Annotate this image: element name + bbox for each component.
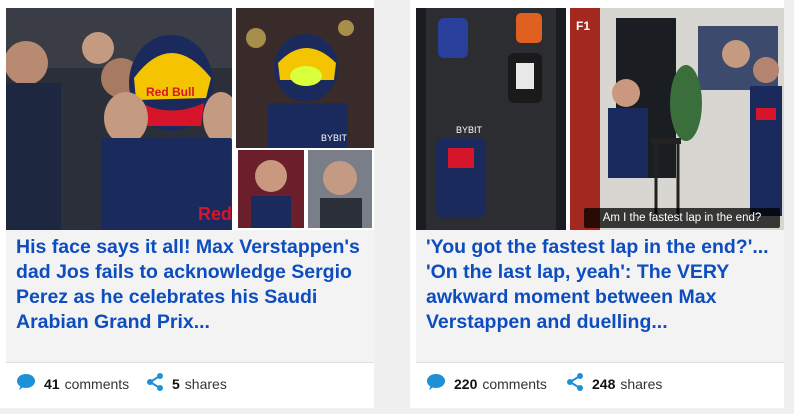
- headline-container: 'You got the fastest lap in the end?'...…: [416, 230, 784, 362]
- share-icon: [566, 373, 584, 394]
- speech-bubble-icon: [16, 373, 36, 394]
- shares-count: 248: [592, 375, 616, 392]
- video-caption: Am I the fastest lap in the end?: [584, 208, 780, 228]
- svg-text:F1: F1: [576, 19, 590, 33]
- article-card[interactable]: Red Bull Red BYBIT His face says it all!…: [0, 0, 374, 408]
- headline-container: His face says it all! Max Verstappen's d…: [6, 230, 374, 362]
- article-headline[interactable]: 'You got the fastest lap in the end?'...…: [426, 235, 778, 335]
- comments-count: 41: [44, 375, 60, 392]
- svg-text:Red Bull: Red Bull: [146, 85, 195, 99]
- article-photo-collage: Red Bull Red BYBIT: [6, 8, 374, 230]
- article-photo-collage: BYBIT F1: [416, 8, 784, 230]
- shares-label: shares: [184, 375, 227, 392]
- article-footer: 220 comments 248 shares: [416, 362, 784, 403]
- svg-text:BYBIT: BYBIT: [456, 125, 483, 135]
- comments-label: comments: [64, 375, 130, 392]
- comments-link[interactable]: 220 comments: [426, 373, 547, 394]
- article-headline[interactable]: His face says it all! Max Verstappen's d…: [16, 235, 368, 335]
- article-image[interactable]: Red Bull Red BYBIT: [6, 8, 374, 230]
- shares-link[interactable]: 5 shares: [146, 373, 227, 394]
- comments-label: comments: [482, 375, 547, 392]
- article-card[interactable]: BYBIT F1 Am I the fastest lap in the end…: [410, 0, 784, 408]
- svg-text:Red: Red: [198, 204, 232, 224]
- comments-count: 220: [454, 375, 478, 392]
- speech-bubble-icon: [426, 373, 446, 394]
- shares-link[interactable]: 248 shares: [566, 373, 662, 394]
- svg-text:BYBIT: BYBIT: [321, 133, 348, 143]
- comments-link[interactable]: 41 comments: [16, 373, 129, 394]
- article-image[interactable]: BYBIT F1 Am I the fastest lap in the end…: [416, 8, 784, 230]
- shares-label: shares: [620, 375, 663, 392]
- article-footer: 41 comments 5 shares: [6, 362, 374, 403]
- shares-count: 5: [172, 375, 180, 392]
- share-icon: [146, 373, 164, 394]
